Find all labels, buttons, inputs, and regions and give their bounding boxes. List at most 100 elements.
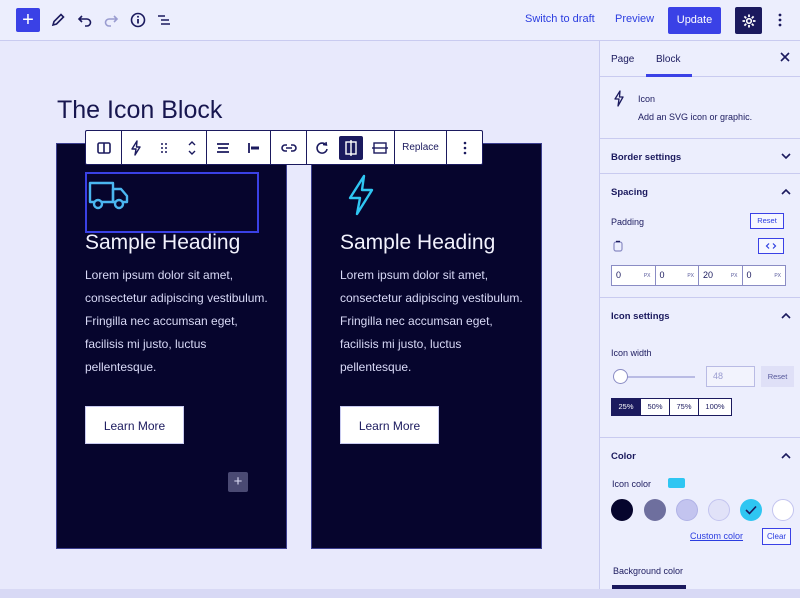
card-column[interactable]: Sample Heading Lorem ipsum dolor sit ame…: [56, 143, 287, 549]
icon-width-slider-thumb[interactable]: [613, 369, 628, 384]
parent-block-button[interactable]: [92, 136, 116, 160]
clear-color-button[interactable]: Clear: [762, 528, 791, 545]
rotate-icon: [315, 141, 328, 154]
percent-50-button[interactable]: 50%: [641, 399, 670, 415]
justify-left-icon: [248, 142, 260, 153]
bolt-icon[interactable]: [345, 174, 377, 216]
spacing-title[interactable]: Spacing: [611, 187, 648, 198]
sidebar-tabs: Page Block: [600, 41, 800, 77]
percent-75-button[interactable]: 75%: [670, 399, 699, 415]
card-heading[interactable]: Sample Heading: [340, 231, 495, 255]
card-heading[interactable]: Sample Heading: [85, 231, 240, 255]
list-view-icon[interactable]: [152, 8, 176, 32]
percent-100-button[interactable]: 100%: [699, 399, 731, 415]
block-options-button[interactable]: [453, 136, 477, 160]
justify-button[interactable]: [242, 136, 266, 160]
icon-color-label: Icon color: [612, 479, 652, 489]
bolt-icon: [613, 90, 625, 107]
chevron-down-icon[interactable]: [781, 153, 791, 160]
padding-left-field[interactable]: 0 PX: [743, 266, 786, 285]
padding-top-field[interactable]: 0 PX: [612, 266, 656, 285]
replace-button[interactable]: Replace: [402, 142, 439, 153]
block-name: Icon: [638, 94, 656, 104]
block-description: Add an SVG icon or graphic.: [638, 112, 753, 122]
align-button[interactable]: [211, 136, 235, 160]
padding-label: Padding: [611, 217, 645, 227]
block-type-button[interactable]: [124, 136, 148, 160]
page-title[interactable]: The Icon Block: [57, 96, 222, 125]
padding-inputs: 0 PX 0 PX 20 PX 0 PX: [611, 265, 786, 286]
icon-width-label: Icon width: [611, 348, 652, 358]
preview-link[interactable]: Preview: [615, 13, 654, 25]
block-card: Icon Add an SVG icon or graphic.: [600, 77, 800, 139]
gear-icon: [742, 14, 755, 27]
flip-horizontal-icon: [344, 139, 357, 156]
color-swatch-cyan[interactable]: [740, 499, 762, 521]
editor-topbar: + Switch to draft Preview Update: [0, 0, 800, 41]
editor-canvas: The Icon Block Sample Heading Lorem ipsu…: [0, 41, 599, 598]
color-swatch-white[interactable]: [772, 499, 794, 521]
redo-icon[interactable]: [99, 8, 123, 32]
tab-page[interactable]: Page: [611, 54, 634, 65]
icon-color-indicator: [668, 478, 685, 488]
icon-width-reset-button[interactable]: Reset: [761, 366, 794, 387]
rotate-button[interactable]: [310, 136, 334, 160]
learn-more-button[interactable]: Learn More: [85, 406, 184, 444]
pencil-icon[interactable]: [46, 8, 70, 32]
more-vertical-icon[interactable]: [768, 8, 792, 32]
settings-button[interactable]: [735, 7, 762, 34]
undo-icon[interactable]: [73, 8, 97, 32]
border-settings-panel[interactable]: Border settings: [600, 139, 800, 174]
card-column[interactable]: Sample Heading Lorem ipsum dolor sit ame…: [311, 143, 542, 549]
settings-sidebar: Page Block Icon Add an SVG icon or graph…: [599, 41, 800, 598]
more-vertical-icon: [463, 141, 466, 154]
tab-block[interactable]: Block: [656, 54, 680, 65]
color-swatch-lavender[interactable]: [676, 499, 698, 521]
color-swatch-grey[interactable]: [644, 499, 666, 521]
percent-25-button[interactable]: 25%: [612, 399, 641, 415]
padding-right-field[interactable]: 0 PX: [656, 266, 699, 285]
update-button[interactable]: Update: [668, 7, 721, 34]
add-block-inline-button[interactable]: +: [228, 472, 248, 492]
link-icon: [280, 143, 297, 152]
chevron-up-icon[interactable]: [781, 452, 791, 459]
icon-settings-title[interactable]: Icon settings: [611, 311, 670, 322]
icon-width-slider-track[interactable]: [620, 376, 695, 378]
check-icon: [745, 505, 757, 515]
editor-footer: [0, 589, 800, 598]
flip-vertical-icon: [371, 141, 388, 154]
card-text[interactable]: Lorem ipsum dolor sit amet, consectetur …: [85, 264, 275, 379]
unlink-sides-button[interactable]: [758, 238, 784, 254]
learn-more-button[interactable]: Learn More: [340, 406, 439, 444]
color-swatch-dark[interactable]: [611, 499, 633, 521]
bolt-icon: [131, 139, 141, 156]
drag-handle[interactable]: [152, 136, 176, 160]
move-up-down-button[interactable]: [180, 136, 204, 160]
padding-reset-button[interactable]: Reset: [750, 213, 784, 229]
switch-to-draft-link[interactable]: Switch to draft: [525, 13, 595, 25]
custom-color-link[interactable]: Custom color: [690, 531, 743, 541]
box-sides-icon[interactable]: [613, 240, 623, 252]
add-block-button[interactable]: +: [16, 8, 40, 32]
close-sidebar-button[interactable]: [780, 52, 790, 62]
color-title[interactable]: Color: [611, 451, 636, 462]
chevron-up-icon[interactable]: [781, 188, 791, 195]
background-color-label: Background color: [613, 566, 684, 576]
width-percent-group: 25% 50% 75% 100%: [611, 398, 732, 416]
card-text[interactable]: Lorem ipsum dolor sit amet, consectetur …: [340, 264, 530, 379]
icon-width-input[interactable]: 48: [706, 366, 755, 387]
info-icon[interactable]: [126, 8, 150, 32]
flip-vertical-button[interactable]: [368, 136, 392, 160]
chevron-up-down-icon: [188, 140, 196, 155]
align-icon: [216, 142, 229, 153]
drag-icon: [161, 142, 167, 153]
padding-bottom-field[interactable]: 20 PX: [699, 266, 743, 285]
truck-icon[interactable]: [87, 179, 131, 211]
close-icon: [780, 52, 790, 62]
block-toolbar: Replace: [85, 130, 483, 165]
chevron-up-icon[interactable]: [781, 312, 791, 319]
link-button[interactable]: [277, 136, 301, 160]
color-swatch-light[interactable]: [708, 499, 730, 521]
border-settings-title[interactable]: Border settings: [611, 152, 681, 163]
flip-horizontal-button[interactable]: [338, 135, 363, 160]
